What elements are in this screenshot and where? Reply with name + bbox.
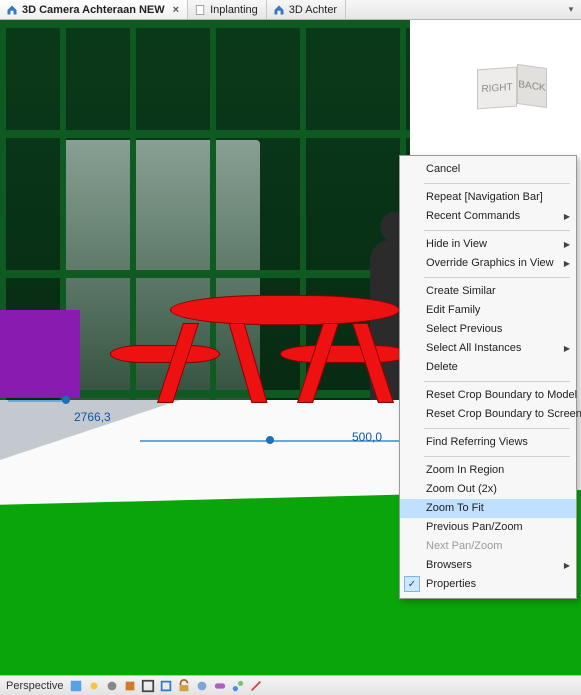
crop-boundary-line[interactable] xyxy=(8,400,68,402)
menu-item-create-similar[interactable]: Create Similar xyxy=(400,282,576,301)
dimension-label[interactable]: 2766,3 xyxy=(72,410,113,424)
dimension-label[interactable]: 500,0 xyxy=(350,430,384,444)
context-menu: Cancel Repeat [Navigation Bar] Recent Co… xyxy=(399,155,577,599)
view-tab[interactable]: 3D Achter xyxy=(267,0,346,19)
crop-drag-handle[interactable] xyxy=(266,436,274,444)
view-tab-label: 3D Camera Achteraan NEW xyxy=(22,4,165,16)
3d-viewport[interactable]: RIGHT BACK 2766,3 500,0 Cancel Repeat [N… xyxy=(0,20,581,675)
menu-item-reset-crop-screen[interactable]: Reset Crop Boundary to Screen xyxy=(400,405,576,424)
menu-item-recent-commands[interactable]: Recent Commands xyxy=(400,207,576,226)
menu-item-edit-family[interactable]: Edit Family xyxy=(400,301,576,320)
menu-item-label: Next Pan/Zoom xyxy=(426,540,502,552)
menu-item-label: Hide in View xyxy=(426,238,487,250)
menu-item-properties[interactable]: ✓ Properties xyxy=(400,575,576,594)
menu-item-label: Cancel xyxy=(426,163,460,175)
view-tab-label: 3D Achter xyxy=(289,4,337,16)
menu-item-cancel[interactable]: Cancel xyxy=(400,160,576,179)
menu-item-hide-in-view[interactable]: Hide in View xyxy=(400,235,576,254)
menu-item-label: Zoom To Fit xyxy=(426,502,484,514)
reveal-constraints-icon[interactable] xyxy=(249,679,263,693)
viewcube-face-front[interactable]: RIGHT xyxy=(477,67,517,110)
menu-item-next-pan-zoom: Next Pan/Zoom xyxy=(400,537,576,556)
menu-item-label: Find Referring Views xyxy=(426,436,528,448)
viewcube-face-label: RIGHT xyxy=(481,81,512,94)
tab-overflow-button[interactable]: ▾ xyxy=(563,0,579,19)
menu-item-find-referring-views[interactable]: Find Referring Views xyxy=(400,433,576,452)
menu-item-label: Recent Commands xyxy=(426,210,520,222)
menu-item-reset-crop-model[interactable]: Reset Crop Boundary to Model xyxy=(400,386,576,405)
menu-item-zoom-in-region[interactable]: Zoom In Region xyxy=(400,461,576,480)
shadows-icon[interactable] xyxy=(105,679,119,693)
menu-item-label: Override Graphics in View xyxy=(426,257,554,269)
view-tab-active[interactable]: 3D Camera Achteraan NEW × xyxy=(0,0,188,19)
menu-item-browsers[interactable]: Browsers xyxy=(400,556,576,575)
selected-picnic-table[interactable] xyxy=(110,285,400,435)
unlocked-3d-icon[interactable] xyxy=(177,679,191,693)
tab-close-icon[interactable]: × xyxy=(173,4,179,16)
menu-item-label: Edit Family xyxy=(426,304,480,316)
menu-item-label: Previous Pan/Zoom xyxy=(426,521,523,533)
check-icon: ✓ xyxy=(404,576,420,592)
menu-item-label: Zoom In Region xyxy=(426,464,504,476)
viewcube[interactable]: RIGHT BACK xyxy=(471,60,551,120)
menu-item-select-all-instances[interactable]: Select All Instances xyxy=(400,339,576,358)
view-tab-bar: 3D Camera Achteraan NEW × Inplanting 3D … xyxy=(0,0,581,20)
menu-item-label: Create Similar xyxy=(426,285,496,297)
crop-region-visible-icon[interactable] xyxy=(159,679,173,693)
menu-item-previous-pan-zoom[interactable]: Previous Pan/Zoom xyxy=(400,518,576,537)
viewcube-face-right[interactable]: BACK xyxy=(517,64,547,108)
view-control-bar: Perspective xyxy=(0,675,581,695)
worksharing-display-icon[interactable] xyxy=(231,679,245,693)
view-tab-label: Inplanting xyxy=(210,4,258,16)
menu-item-label: Browsers xyxy=(426,559,472,571)
menu-item-label: Properties xyxy=(426,578,476,590)
menu-item-select-previous[interactable]: Select Previous xyxy=(400,320,576,339)
menu-item-label: Repeat [Navigation Bar] xyxy=(426,191,543,203)
menu-item-label: Reset Crop Boundary to Screen xyxy=(426,408,581,420)
view-mode-label: Perspective xyxy=(6,680,63,692)
viewcube-face-label: BACK xyxy=(518,79,545,94)
temporary-hide-icon[interactable] xyxy=(195,679,209,693)
menu-item-label: Zoom Out (2x) xyxy=(426,483,497,495)
menu-item-label: Select All Instances xyxy=(426,342,521,354)
menu-item-repeat[interactable]: Repeat [Navigation Bar] xyxy=(400,188,576,207)
home-3d-icon xyxy=(273,4,285,16)
sun-path-icon[interactable] xyxy=(87,679,101,693)
menu-item-label: Select Previous xyxy=(426,323,502,335)
rendering-icon[interactable] xyxy=(123,679,137,693)
reveal-hidden-icon[interactable] xyxy=(213,679,227,693)
menu-item-label: Reset Crop Boundary to Model xyxy=(426,389,577,401)
menu-item-zoom-to-fit[interactable]: Zoom To Fit xyxy=(400,499,576,518)
home-3d-icon xyxy=(6,4,18,16)
menu-item-label: Delete xyxy=(426,361,458,373)
menu-item-override-graphics[interactable]: Override Graphics in View xyxy=(400,254,576,273)
menu-item-zoom-out[interactable]: Zoom Out (2x) xyxy=(400,480,576,499)
crop-drag-handle[interactable] xyxy=(62,396,70,404)
menu-item-delete[interactable]: Delete xyxy=(400,358,576,377)
graphic-display-icon[interactable] xyxy=(69,679,83,693)
sheet-icon xyxy=(194,4,206,16)
view-tab[interactable]: Inplanting xyxy=(188,0,267,19)
crop-view-icon[interactable] xyxy=(141,679,155,693)
